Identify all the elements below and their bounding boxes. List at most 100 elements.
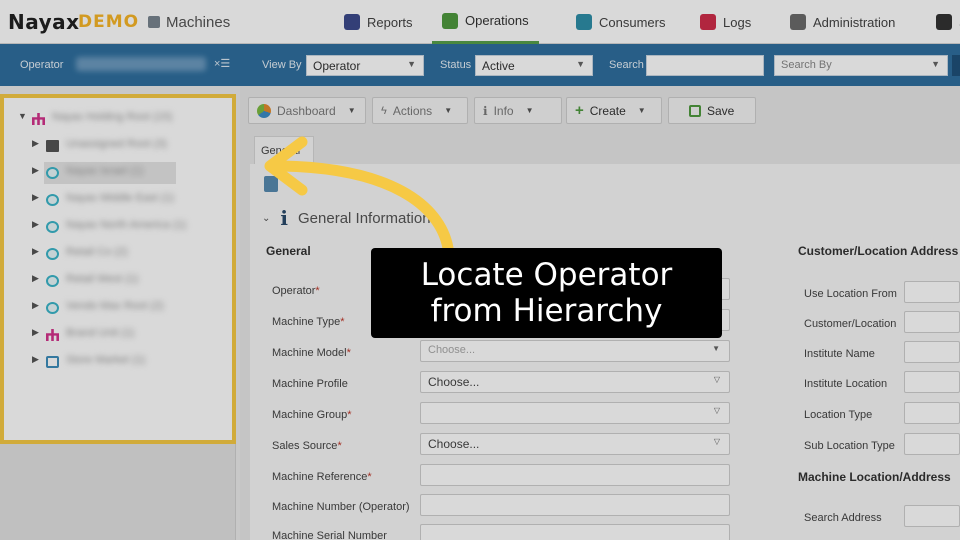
tree-node[interactable]: ▶ Vendo Max Root (2): [4, 297, 224, 319]
demo-badge: DEMO: [78, 12, 140, 32]
tree-node-selected[interactable]: ▶ Nayax Israel (1): [4, 162, 224, 184]
machine-v-icon: [46, 221, 59, 233]
store-bag-icon: [46, 356, 59, 368]
machine-profile-select[interactable]: Choose... ▽: [420, 371, 730, 393]
use-location-from-label: Use Location From: [804, 288, 897, 300]
machine-number-operator-label: Machine Number (Operator): [272, 501, 410, 513]
customer-location-label: Customer/Location: [804, 318, 897, 330]
tab-general[interactable]: General: [254, 136, 314, 164]
machine-form: ⌄ i General Information General Customer…: [250, 164, 960, 540]
sub-location-type-field[interactable]: [904, 433, 960, 455]
institute-name-field[interactable]: [904, 341, 960, 363]
expand-arrow-icon[interactable]: ▶: [32, 192, 39, 203]
location-type-label: Location Type: [804, 409, 873, 421]
general-information-header[interactable]: ⌄ i General Information: [262, 206, 431, 230]
machine-reference-field[interactable]: [420, 464, 730, 486]
filter-bar: Operator ×☰ View By Operator ▼ Status Ac…: [0, 44, 960, 86]
create-button[interactable]: + Create ▼: [566, 97, 662, 124]
use-location-from-field[interactable]: [904, 281, 960, 303]
info-icon: ℹ: [483, 103, 488, 118]
chevron-down-icon[interactable]: ⌄: [262, 213, 270, 224]
machine-v-icon: [46, 167, 59, 179]
document-icon: [264, 176, 278, 192]
tree-node[interactable]: ▶ Retail Co (2): [4, 243, 224, 265]
status-label: Status: [440, 59, 472, 71]
machine-reference-label: Machine Reference*: [272, 471, 372, 483]
tutorial-callout: Locate Operator from Hierarchy: [371, 248, 722, 338]
tree-node[interactable]: ▶ Nayax Middle East (1): [4, 189, 224, 211]
chevron-down-icon: ▼: [347, 106, 356, 115]
machine-model-label: Machine Model*: [272, 347, 351, 359]
search-by-select[interactable]: Search By ▼: [774, 55, 948, 76]
logs-icon: [700, 14, 716, 30]
nav-tab-logs[interactable]: Logs: [700, 0, 751, 44]
tree-node[interactable]: ▶ Brand Unit (1): [4, 324, 224, 346]
machine-profile-label: Machine Profile: [272, 378, 348, 390]
tree-node[interactable]: ▶ Nayax North America (1): [4, 216, 224, 238]
expand-arrow-icon[interactable]: ▶: [32, 219, 39, 230]
expand-arrow-icon[interactable]: ▶: [32, 165, 39, 176]
tree-node[interactable]: ▶ Unassigned Root (3): [4, 135, 224, 157]
chevron-down-icon: ▼: [931, 59, 940, 69]
sales-source-select[interactable]: Choose... ▽: [420, 433, 730, 455]
machine-number-operator-field[interactable]: [420, 494, 730, 516]
customer-location-field[interactable]: [904, 311, 960, 333]
tree-node-root[interactable]: ▼ Nayax Holding Root (15): [4, 108, 224, 130]
tree-node[interactable]: ▶ Retail West (1): [4, 270, 224, 292]
machine-model-select[interactable]: Choose... ▼: [420, 340, 730, 362]
general-group-title: General: [266, 244, 311, 258]
folder-icon: [46, 140, 59, 152]
nav-tab-administration[interactable]: Administration: [790, 0, 895, 44]
machine-location-group-title: Machine Location/Address: [798, 470, 951, 484]
chevron-down-icon: ▼: [712, 344, 720, 353]
viewby-label: View By: [262, 59, 302, 71]
expand-arrow-icon[interactable]: ▶: [32, 354, 39, 365]
machine-serial-number-field[interactable]: [420, 524, 730, 540]
save-button[interactable]: Save: [668, 97, 756, 124]
search-button[interactable]: [952, 55, 960, 76]
viewby-select[interactable]: Operator ▼: [306, 55, 424, 76]
expand-arrow-icon[interactable]: ▶: [32, 327, 39, 338]
hierarchy-icon: [32, 113, 45, 125]
tree-node[interactable]: ▶ Store Market (1): [4, 351, 224, 373]
machine-group-label: Machine Group*: [272, 409, 352, 421]
top-navigation-bar: Nayax DEMO Machines Reports Operations C…: [0, 0, 960, 44]
nayax-logo[interactable]: Nayax: [8, 10, 80, 34]
search-address-field[interactable]: [904, 505, 960, 527]
location-type-field[interactable]: [904, 402, 960, 424]
machine-group-select[interactable]: ▽: [420, 402, 730, 424]
dashboard-button[interactable]: Dashboard ▼: [248, 97, 366, 124]
nav-tab-more[interactable]: S: [936, 0, 960, 44]
pie-chart-icon: [257, 103, 271, 118]
clear-operator-icon[interactable]: ×☰: [214, 57, 230, 70]
nav-tab-operations[interactable]: Operations: [432, 0, 539, 44]
search-label: Search: [609, 59, 644, 71]
chevron-down-icon: ▼: [637, 106, 646, 115]
hierarchy-icon: [46, 329, 59, 341]
expand-arrow-icon[interactable]: ▶: [32, 273, 39, 284]
module-title: Machines: [166, 14, 231, 31]
administration-icon: [790, 14, 806, 30]
callout-line-2: from Hierarchy: [430, 293, 663, 329]
expand-arrow-icon[interactable]: ▼: [18, 111, 27, 121]
nav-tab-consumers[interactable]: Consumers: [576, 0, 665, 44]
sub-location-type-label: Sub Location Type: [804, 440, 895, 452]
operator-filter-value[interactable]: [76, 57, 206, 71]
expand-arrow-icon[interactable]: ▶: [32, 300, 39, 311]
expand-arrow-icon[interactable]: ▶: [32, 246, 39, 257]
machine-v-icon: [46, 248, 59, 260]
institute-name-label: Institute Name: [804, 348, 875, 360]
actions-button[interactable]: ϟ Actions ▼: [372, 97, 468, 124]
search-input[interactable]: [646, 55, 764, 76]
expand-arrow-icon[interactable]: ▶: [32, 138, 39, 149]
tree-panel-footer: [0, 444, 236, 540]
institute-location-label: Institute Location: [804, 378, 888, 390]
institute-location-field[interactable]: [904, 371, 960, 393]
machine-v-icon: [46, 194, 59, 206]
nav-tab-reports[interactable]: Reports: [344, 0, 413, 44]
chevron-down-icon: ▼: [525, 106, 534, 115]
chevron-down-icon: ▼: [576, 59, 585, 69]
operations-icon: [442, 12, 458, 29]
status-select[interactable]: Active ▼: [475, 55, 593, 76]
info-button[interactable]: ℹ Info ▼: [474, 97, 562, 124]
